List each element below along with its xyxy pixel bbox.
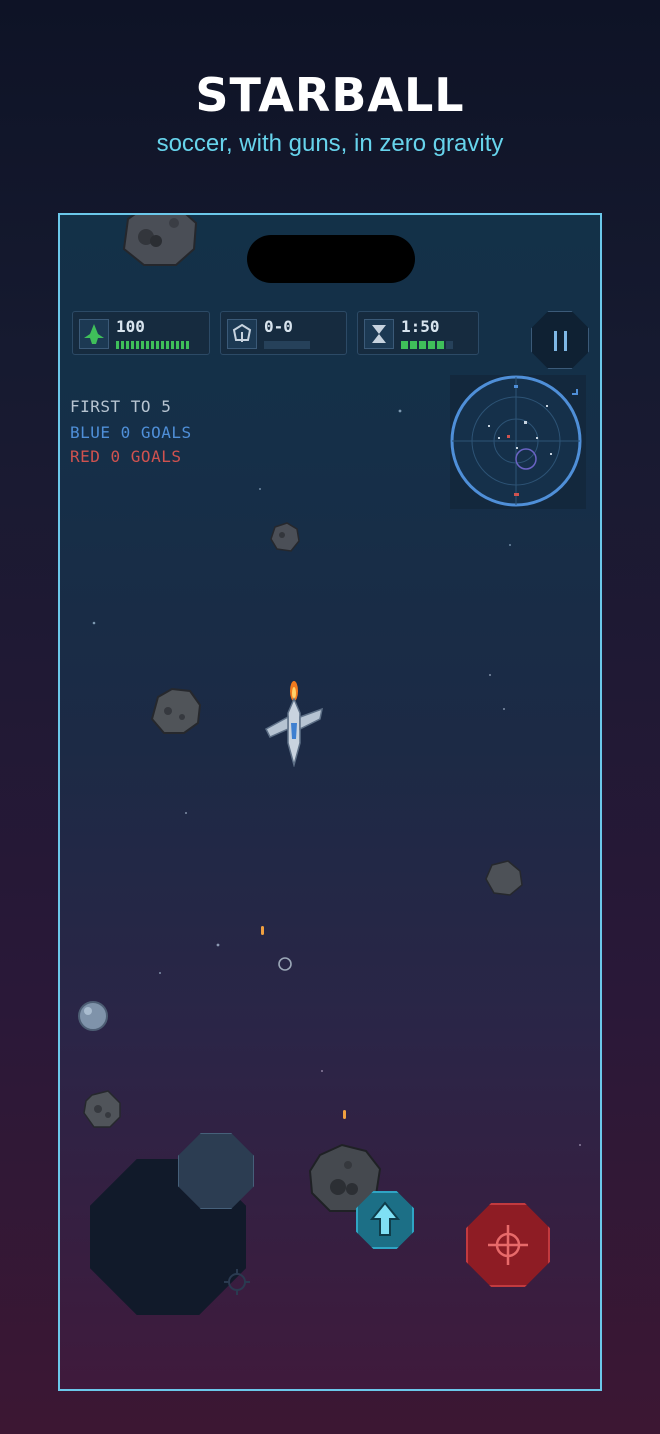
asteroid-small bbox=[270, 522, 300, 552]
score-value: 0-0 bbox=[264, 317, 293, 336]
starball bbox=[78, 1001, 108, 1031]
score-panel: 0-0 bbox=[220, 311, 347, 355]
red-score: RED 0 GOALS bbox=[70, 447, 182, 466]
pause-icon bbox=[554, 331, 557, 351]
hourglass-icon bbox=[364, 319, 394, 349]
aim-reticle-icon bbox=[224, 1269, 250, 1295]
boost-arrow-icon bbox=[369, 1201, 401, 1236]
health-bar bbox=[116, 341, 189, 349]
timer-panel: 1:50 bbox=[357, 311, 479, 355]
pause-icon bbox=[564, 331, 567, 351]
crosshair-icon bbox=[488, 1225, 528, 1265]
joystick-knob[interactable] bbox=[178, 1133, 254, 1209]
game-title: STARBALL bbox=[195, 68, 465, 122]
score-bar bbox=[264, 341, 310, 349]
match-rule: FIRST TO 5 bbox=[70, 397, 172, 416]
phone-screen: 100 0-0 1:50 FIRST TO 5 BLUE 0 GOALS RED… bbox=[58, 213, 602, 1391]
health-value: 100 bbox=[116, 317, 145, 336]
timer-bar bbox=[401, 341, 453, 349]
health-panel: 100 bbox=[72, 311, 210, 355]
asteroid-medium bbox=[150, 687, 202, 734]
radar-minimap bbox=[450, 375, 586, 509]
ship-icon bbox=[79, 319, 109, 349]
pause-button[interactable] bbox=[531, 311, 589, 369]
blue-score: BLUE 0 GOALS bbox=[70, 423, 192, 442]
timer-value: 1:50 bbox=[401, 317, 440, 336]
asteroid-large bbox=[122, 215, 198, 266]
player-ship bbox=[265, 681, 323, 767]
phone-notch bbox=[247, 235, 415, 283]
asteroid-small bbox=[83, 1090, 121, 1128]
asteroid-small bbox=[485, 860, 523, 896]
ball-icon bbox=[227, 319, 257, 349]
game-subtitle: soccer, with guns, in zero gravity bbox=[156, 130, 504, 157]
